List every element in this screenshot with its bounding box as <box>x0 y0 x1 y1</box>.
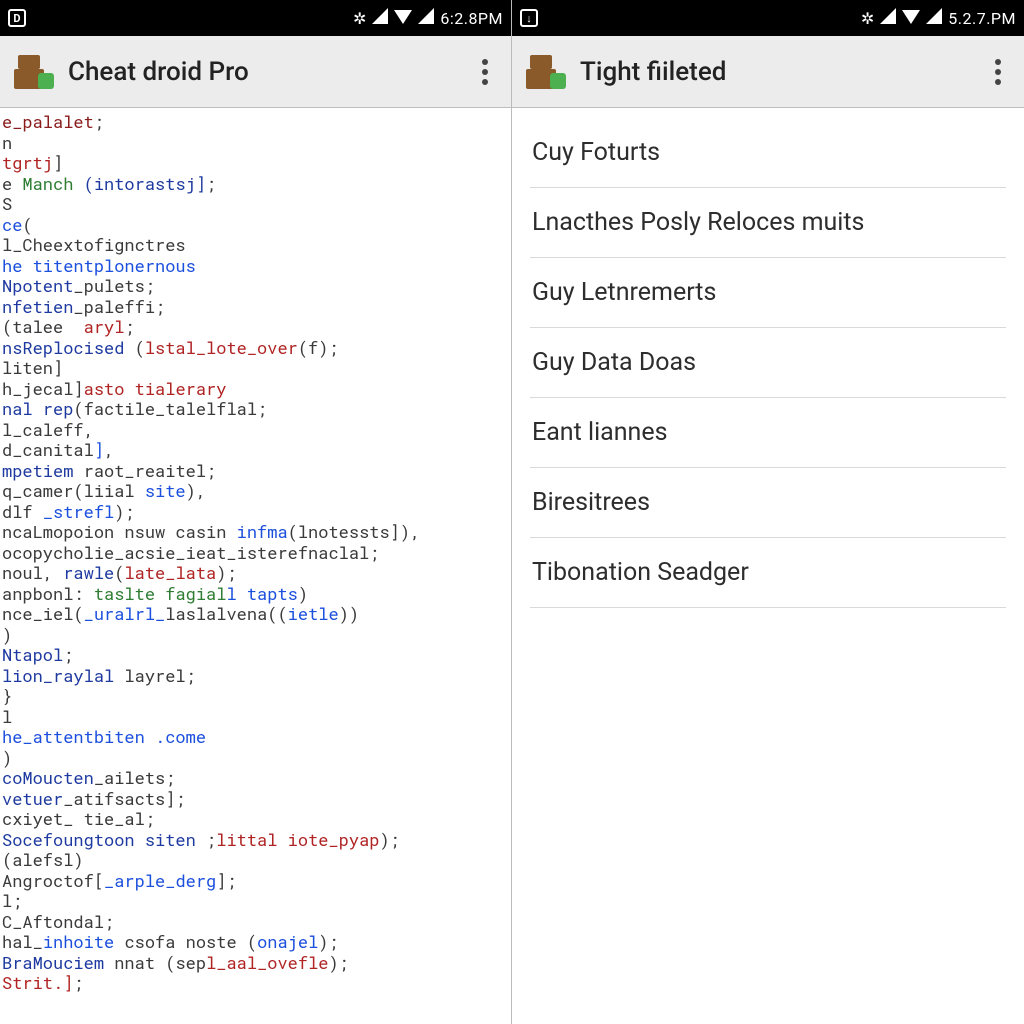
app-bar-right: Tight fiileted <box>512 36 1024 108</box>
list-item[interactable]: Biresitrees <box>530 468 1006 538</box>
app-bar-left: Cheat droid Pro <box>0 36 511 108</box>
list-item[interactable]: Guy Data Doas <box>530 328 1006 398</box>
code-line: ncaLmopoion nsuw casin infma(lnotessts])… <box>2 522 511 543</box>
wifi-icon <box>902 8 920 28</box>
signal-icon <box>880 8 896 28</box>
list-item[interactable]: Tibonation Seadger <box>530 538 1006 608</box>
app-icon <box>526 55 566 89</box>
code-line: ce( <box>2 215 511 236</box>
gear-icon: ✲ <box>353 9 366 28</box>
app-title-right: Tight fiileted <box>580 57 986 87</box>
list-item[interactable]: Cuy Foturts <box>530 118 1006 188</box>
list-container: Cuy FoturtsLnacthes Posly Reloces muitsG… <box>512 108 1024 1024</box>
code-line: d_canital], <box>2 440 511 461</box>
code-line: S <box>2 194 511 215</box>
signal-icon <box>372 8 388 28</box>
list-item[interactable]: Eant liannes <box>530 398 1006 468</box>
code-line: lion_raylal layrel; <box>2 666 511 687</box>
code-line: n <box>2 133 511 154</box>
code-line: noul, rawle(late_lata); <box>2 563 511 584</box>
code-line: he_attentbiten .come <box>2 727 511 748</box>
status-bar-left: D ✲ 6:2.8PM <box>0 0 511 36</box>
code-line: (alefsl) <box>2 850 511 871</box>
signal-icon-2 <box>926 8 942 28</box>
code-line: mpetiem raot_reaitel; <box>2 461 511 482</box>
code-line: C_Aftondal; <box>2 912 511 933</box>
list-item[interactable]: Lnacthes Posly Reloces muits <box>530 188 1006 258</box>
code-line: ) <box>2 625 511 646</box>
code-line: he titentplonernous <box>2 256 511 277</box>
wifi-icon <box>394 8 412 28</box>
code-line: tgrtj] <box>2 153 511 174</box>
code-line: anpbonl: taslte fagiall tapts) <box>2 584 511 605</box>
code-line: coMoucten_ailets; <box>2 768 511 789</box>
code-line: h_jecal]asto tialerary <box>2 379 511 400</box>
code-line: hal_inhoite csofa noste (onajel); <box>2 932 511 953</box>
code-line: cxiyet_ tie_al; <box>2 809 511 830</box>
clock-text: 6:2.8PM <box>440 9 503 28</box>
overflow-menu-button[interactable] <box>473 59 497 85</box>
signal-icon-2 <box>418 8 434 28</box>
list-item[interactable]: Guy Letnremerts <box>530 258 1006 328</box>
code-line: l <box>2 707 511 728</box>
code-line: nce_iel(_uralrl_laslalvena((ietle)) <box>2 604 511 625</box>
code-viewer[interactable]: e_palalet;ntgrtj]e Manch (intorastsj];Sc… <box>0 108 511 1024</box>
code-line: l_Cheextofignctres <box>2 235 511 256</box>
overflow-menu-button[interactable] <box>986 59 1010 85</box>
code-line: Angroctof[_arple_derg]; <box>2 871 511 892</box>
code-line: e Manch (intorastsj]; <box>2 174 511 195</box>
code-line: Strit.]; <box>2 973 511 994</box>
code-line: nsReplocised (lstal_lote_over(f); <box>2 338 511 359</box>
left-screen: D ✲ 6:2.8PM Cheat droid Pro <box>0 0 512 1024</box>
code-line: e_palalet; <box>2 112 511 133</box>
code-line: (talee aryl; <box>2 317 511 338</box>
code-line: nfetien_paleffi; <box>2 297 511 318</box>
app-icon <box>14 55 54 89</box>
code-line: } <box>2 686 511 707</box>
clock-text: 5.2.7.PM <box>948 9 1016 28</box>
code-line: Ntapol; <box>2 645 511 666</box>
code-line: q_camer(liial site), <box>2 481 511 502</box>
app-title-left: Cheat droid Pro <box>68 57 473 87</box>
dual-screenshot: D ✲ 6:2.8PM Cheat droid Pro <box>0 0 1024 1024</box>
code-line: Socefoungtoon siten ;littal iote_pyap); <box>2 830 511 851</box>
code-line: ) <box>2 748 511 769</box>
download-icon: ↓ <box>520 9 538 27</box>
code-line: Npotent_pulets; <box>2 276 511 297</box>
code-line: BraMouciem nnat (sepl_aal_ovefle); <box>2 953 511 974</box>
code-line: nal rep(factile_talelflal; <box>2 399 511 420</box>
right-screen: ↓ ✲ 5.2.7.PM Tight fiileted <box>512 0 1024 1024</box>
code-line: ocopycholie_acsie_ieat_isterefnaclal; <box>2 543 511 564</box>
gear-icon: ✲ <box>861 9 874 28</box>
code-line: l_caleff, <box>2 420 511 441</box>
code-line: l; <box>2 891 511 912</box>
code-line: liten] <box>2 358 511 379</box>
code-line: dlf _strefl); <box>2 502 511 523</box>
code-line: vetuer_atifsacts]; <box>2 789 511 810</box>
status-bar-right: ↓ ✲ 5.2.7.PM <box>512 0 1024 36</box>
notification-icon: D <box>8 9 26 27</box>
